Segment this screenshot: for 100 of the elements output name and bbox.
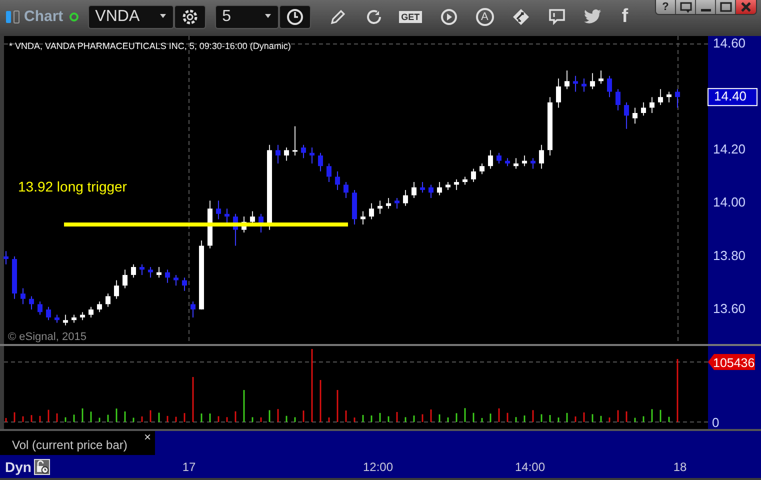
down-candle [326, 162, 332, 182]
settings-button[interactable] [174, 4, 206, 29]
up-candle [63, 314, 68, 326]
minimize-icon [700, 8, 710, 12]
up-candle [369, 202, 374, 220]
close-button[interactable]: × [140, 430, 155, 443]
up-candle [412, 181, 416, 198]
up-candle [208, 200, 212, 248]
down-candle [301, 144, 306, 158]
down-candle [224, 208, 230, 225]
up-candle [632, 106, 638, 124]
up-candle [114, 279, 119, 299]
facebook-button[interactable]: f [622, 6, 628, 28]
study-label[interactable]: Vol (current price bar) [12, 438, 128, 452]
up-candle [514, 157, 518, 169]
up-candle [122, 268, 128, 288]
up-candle [446, 181, 450, 190]
clock-icon [286, 8, 304, 26]
up-candle [564, 70, 570, 90]
pencil-icon[interactable] [329, 8, 348, 26]
up-candle [284, 146, 289, 161]
copyright-text: © eSignal, 2015 [8, 330, 86, 343]
up-candle [522, 154, 527, 166]
chart-header: * VNDA, VANDA PHARMACEUTICALS INC, 5, 09:30-16:00 (Dynamic) [9, 40, 291, 51]
down-candle [310, 146, 314, 164]
down-candle [624, 101, 629, 130]
time-label: 14:00 [514, 460, 546, 474]
caret-icon [264, 14, 272, 20]
up-candle [462, 176, 468, 185]
down-candle [335, 170, 340, 190]
down-candle [530, 157, 536, 169]
down-candle [182, 276, 187, 291]
up-candle [72, 314, 76, 323]
up-candle [454, 178, 459, 190]
annotation-text: 13.92 long trigger [18, 178, 127, 194]
down-candle [616, 88, 620, 110]
maximize-button[interactable] [716, 0, 736, 14]
lock-clock-icon[interactable] [34, 458, 50, 475]
up-candle [242, 216, 246, 233]
interval-field[interactable]: 5 [215, 4, 280, 29]
time-label: 12:00 [362, 460, 394, 474]
up-candle [556, 78, 561, 108]
clock-button[interactable] [279, 4, 312, 29]
symbol-field[interactable]: VNDA [88, 4, 174, 29]
up-candle [156, 266, 162, 278]
up-candle [360, 210, 366, 225]
maximize-icon [720, 2, 732, 12]
up-candle [199, 240, 204, 310]
help-button[interactable]: ? [656, 0, 676, 14]
up-candle [488, 149, 493, 169]
window-menu-button[interactable] [676, 0, 696, 14]
down-candle [140, 263, 144, 276]
swap-arrows-icon[interactable] [512, 8, 530, 26]
close-button[interactable] [736, 0, 756, 14]
minimize-button[interactable] [696, 0, 716, 14]
down-candle [607, 74, 612, 98]
down-candle [54, 314, 60, 323]
down-candle [20, 287, 26, 304]
alert-button[interactable]: A [476, 8, 494, 26]
up-candle [437, 181, 442, 196]
caret-icon [159, 14, 168, 20]
bird-icon[interactable] [584, 8, 602, 25]
up-candle [97, 300, 102, 312]
down-candle [318, 152, 323, 172]
window-icon [680, 2, 692, 12]
down-candle [276, 144, 280, 164]
comment-icon[interactable] [548, 8, 566, 26]
close-icon [740, 2, 752, 12]
down-candle [344, 181, 348, 198]
down-candle [675, 88, 680, 108]
time-label: 18 [673, 460, 687, 474]
play-icon[interactable] [440, 8, 458, 26]
up-candle [650, 96, 654, 114]
up-candle [548, 96, 552, 156]
down-candle [38, 300, 42, 315]
current-price-tag: 14.40 [708, 88, 758, 106]
down-candle [233, 213, 238, 246]
down-candle [4, 250, 8, 264]
panel-indicator-icon [6, 10, 20, 24]
up-candle [378, 200, 382, 214]
up-candle [471, 168, 476, 182]
down-candle [505, 157, 510, 166]
up-candle [539, 144, 544, 169]
up-candle [292, 125, 298, 156]
refresh-icon[interactable] [365, 8, 384, 26]
time-label: 17 [182, 460, 196, 474]
down-candle [46, 306, 51, 320]
up-candle [88, 306, 94, 318]
gear-icon [181, 8, 200, 26]
up-candle [250, 210, 255, 225]
down-candle [148, 266, 153, 278]
get-button[interactable]: GET [399, 10, 422, 23]
down-candle [573, 74, 578, 92]
down-candle [29, 295, 34, 310]
up-candle [480, 162, 484, 174]
down-candle [428, 184, 434, 198]
price-tick-label: 14.60 [713, 36, 746, 50]
up-candle [666, 90, 672, 102]
up-candle [658, 88, 663, 106]
down-candle [174, 274, 178, 286]
